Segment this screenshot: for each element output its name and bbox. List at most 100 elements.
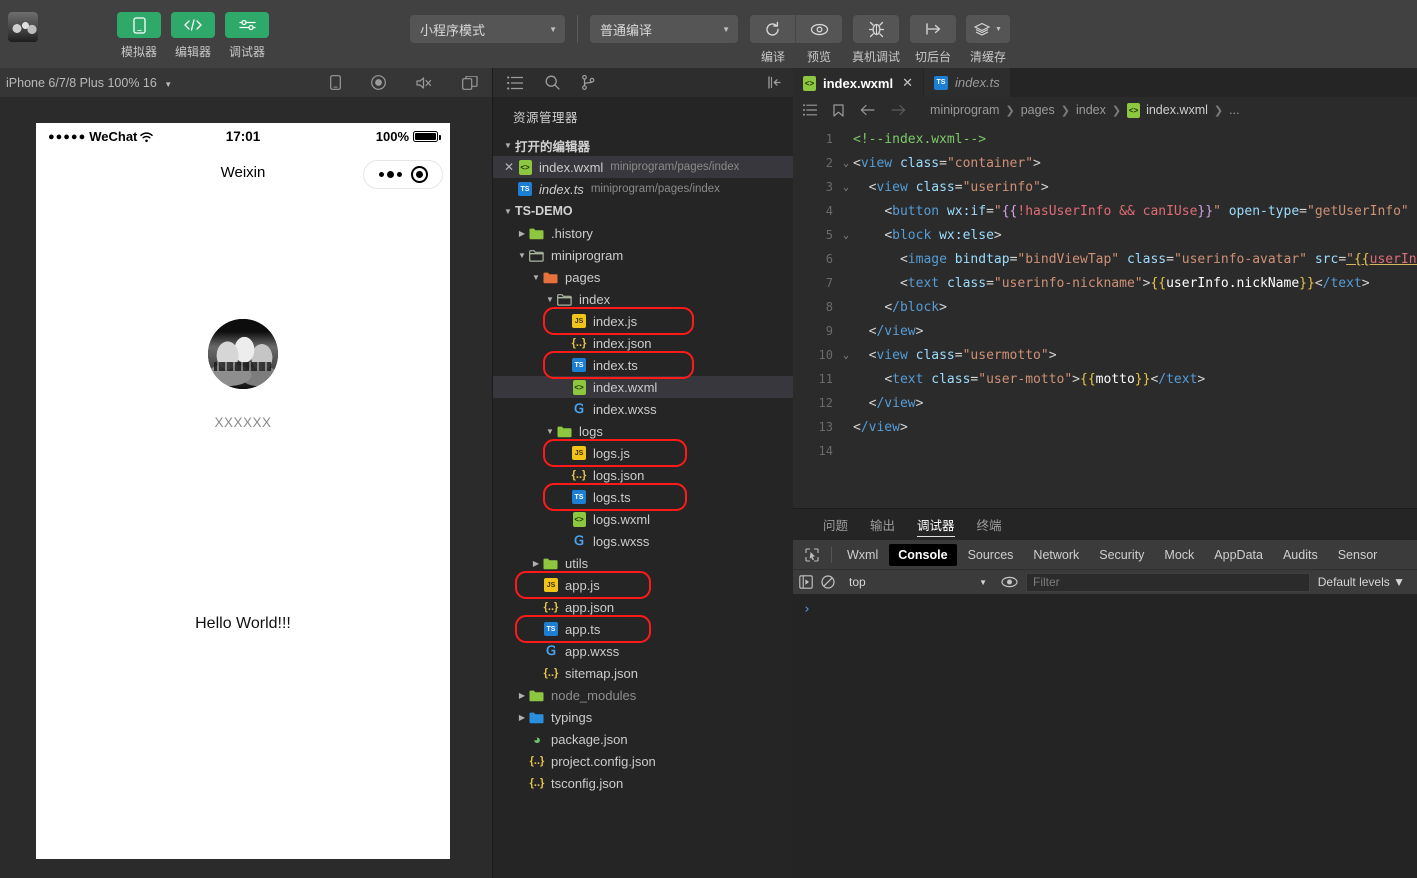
tree-item-app-wxss[interactable]: 𝖦app.wxss (493, 640, 793, 662)
devtools-tab-wxml[interactable]: Wxml (838, 544, 887, 566)
tree-item-logs-js[interactable]: JS logs.js (493, 442, 793, 464)
devtools-tab-sources[interactable]: Sources (959, 544, 1023, 566)
execution-context-select[interactable]: top ▼ (843, 573, 993, 592)
tree-item-project-config-json[interactable]: {..} project.config.json (493, 750, 793, 772)
fold-toggle-icon[interactable]: ⌄ (839, 230, 853, 241)
compile-mode-select[interactable]: 普通编译 ▼ (590, 15, 738, 43)
console-output[interactable]: › (793, 594, 1417, 878)
open-editor-path: miniprogram/pages/index (610, 161, 740, 173)
tree-item-logs[interactable]: ▼ logs (493, 420, 793, 442)
tree-item-logs-ts[interactable]: TS logs.ts (493, 486, 793, 508)
tree-item-sitemap-json[interactable]: {..} sitemap.json (493, 662, 793, 684)
tree-item-app-js[interactable]: JS app.js (493, 574, 793, 596)
tree-item-label: pages (565, 269, 601, 285)
line-number: 3 (825, 180, 833, 194)
rotate-device-icon[interactable] (330, 75, 341, 90)
tree-item-logs-json[interactable]: {..} logs.json (493, 464, 793, 486)
breadcrumb-segment-0[interactable]: miniprogram (930, 103, 999, 117)
tab-simulator[interactable]: 模拟器 (116, 12, 162, 60)
devtools-tab-audits[interactable]: Audits (1274, 544, 1327, 566)
tree-item-logs-wxml[interactable]: <> logs.wxml (493, 508, 793, 530)
tree-item-package-json[interactable]: ◕ package.json (493, 728, 793, 750)
tree-item-index-ts[interactable]: TS index.ts (493, 354, 793, 376)
outline-icon[interactable] (803, 104, 817, 116)
record-icon[interactable] (371, 75, 386, 90)
panel-tab-1[interactable]: 输出 (870, 509, 895, 540)
console-filter-input[interactable]: Filter (1026, 572, 1310, 592)
devtools-tab-sensor[interactable]: Sensor (1329, 544, 1387, 566)
devtools-tab-console[interactable]: Console (889, 543, 957, 566)
tree-item-node-modules[interactable]: ▶ node_modules (493, 684, 793, 706)
open-editor-index-wxml[interactable]: ✕ <> index.wxml miniprogram/pages/index (493, 156, 793, 178)
fold-toggle-icon[interactable]: ⌄ (839, 350, 853, 361)
tree-item-app-ts[interactable]: TS app.ts (493, 618, 793, 640)
compile-button[interactable] (750, 15, 796, 43)
devtools-tab-security[interactable]: Security (1090, 544, 1153, 566)
fold-toggle-icon[interactable]: ⌄ (839, 158, 853, 169)
close-icon[interactable]: ✕ (902, 75, 913, 91)
multi-window-icon[interactable] (462, 75, 478, 90)
userinfo-avatar[interactable] (208, 319, 278, 389)
tree-item-label: app.js (565, 577, 600, 593)
live-expression-icon[interactable] (1001, 576, 1018, 588)
tree-item-index-js[interactable]: JS index.js (493, 310, 793, 332)
devtools-tab-network[interactable]: Network (1024, 544, 1088, 566)
tree-item-index-json[interactable]: {..} index.json (493, 332, 793, 354)
tree-item-utils[interactable]: ▶ utils (493, 552, 793, 574)
clear-cache-button[interactable]: ▼ 清缓存 (966, 15, 1011, 65)
avatar[interactable] (8, 12, 38, 42)
tree-item--history[interactable]: ▶ .history (493, 222, 793, 244)
chevron-down-icon: ▼ (979, 577, 987, 587)
background-button[interactable]: 切后台 (910, 15, 957, 65)
tree-item-index-wxss[interactable]: 𝖦index.wxss (493, 398, 793, 420)
tree-item-tsconfig-json[interactable]: {..} tsconfig.json (493, 772, 793, 794)
project-mode-select[interactable]: 小程序模式 ▼ (410, 15, 565, 43)
editor-tab-bar: <> index.wxml ✕ TS index.ts (793, 68, 1417, 97)
capsule-menu[interactable] (363, 160, 443, 189)
code-content[interactable]: 1 <!--index.wxml--> 2 ⌄ <view class="contain… (793, 123, 1417, 508)
preview-button[interactable] (796, 15, 842, 43)
close-miniprogram-icon[interactable] (410, 166, 428, 183)
fold-toggle-icon[interactable]: ⌄ (839, 182, 853, 193)
mute-icon[interactable] (416, 76, 432, 90)
explorer-icon[interactable] (507, 75, 523, 90)
tree-item-app-json[interactable]: {..} app.json (493, 596, 793, 618)
panel-tab-3[interactable]: 终端 (977, 509, 1002, 540)
close-icon[interactable]: ✕ (501, 160, 517, 174)
tree-item-index[interactable]: ▼ index (493, 288, 793, 310)
tab-index-wxml[interactable]: <> index.wxml ✕ (793, 68, 924, 97)
execution-context-icon[interactable] (799, 575, 813, 589)
real-device-debug[interactable]: 真机调试 (852, 15, 900, 65)
console-levels-select[interactable]: Default levels ▼ (1318, 575, 1411, 589)
bookmark-icon[interactable] (833, 103, 844, 117)
device-selector[interactable]: iPhone 6/7/8 Plus 100% 16 ▼ (6, 76, 172, 90)
tree-item-typings[interactable]: ▶ typings (493, 706, 793, 728)
breadcrumb-segment-1[interactable]: pages (1021, 103, 1055, 117)
tree-item-miniprogram[interactable]: ▼ miniprogram (493, 244, 793, 266)
breadcrumb-segment-2[interactable]: index (1076, 103, 1106, 117)
tree-item-pages[interactable]: ▼ pages (493, 266, 793, 288)
nav-back-icon[interactable] (860, 104, 875, 116)
breadcrumb-segment-3[interactable]: index.wxml (1146, 103, 1208, 117)
open-editors-section[interactable]: ▼ 打开的编辑器 (493, 134, 793, 156)
search-icon[interactable] (545, 75, 560, 90)
open-editor-index-ts[interactable]: TS index.ts miniprogram/pages/index (493, 178, 793, 200)
devtools-tab-appdata[interactable]: AppData (1205, 544, 1272, 566)
clear-console-icon[interactable] (821, 575, 835, 589)
code-text: <image bindtap="bindViewTap" class="user… (899, 251, 1417, 267)
tab-editor[interactable]: 编辑器 (170, 12, 216, 60)
panel-tab-2[interactable]: 调试器 (917, 509, 955, 540)
more-icon[interactable] (378, 171, 402, 178)
project-root-section[interactable]: ▼ TS-DEMO (493, 200, 793, 222)
nav-forward-icon[interactable] (891, 104, 906, 116)
panel-tab-0[interactable]: 问题 (823, 509, 848, 540)
tab-debugger[interactable]: 调试器 (224, 12, 270, 60)
tree-item-logs-wxss[interactable]: 𝖦logs.wxss (493, 530, 793, 552)
collapse-sidebar-icon[interactable] (767, 76, 781, 89)
tree-item-index-wxml[interactable]: <> index.wxml (493, 376, 793, 398)
tab-index-ts[interactable]: TS index.ts (923, 68, 1011, 97)
source-control-icon[interactable] (582, 75, 595, 90)
breadcrumb-segment-4[interactable]: ... (1229, 103, 1239, 117)
inspect-element-icon[interactable] (799, 547, 825, 562)
devtools-tab-mock[interactable]: Mock (1155, 544, 1203, 566)
